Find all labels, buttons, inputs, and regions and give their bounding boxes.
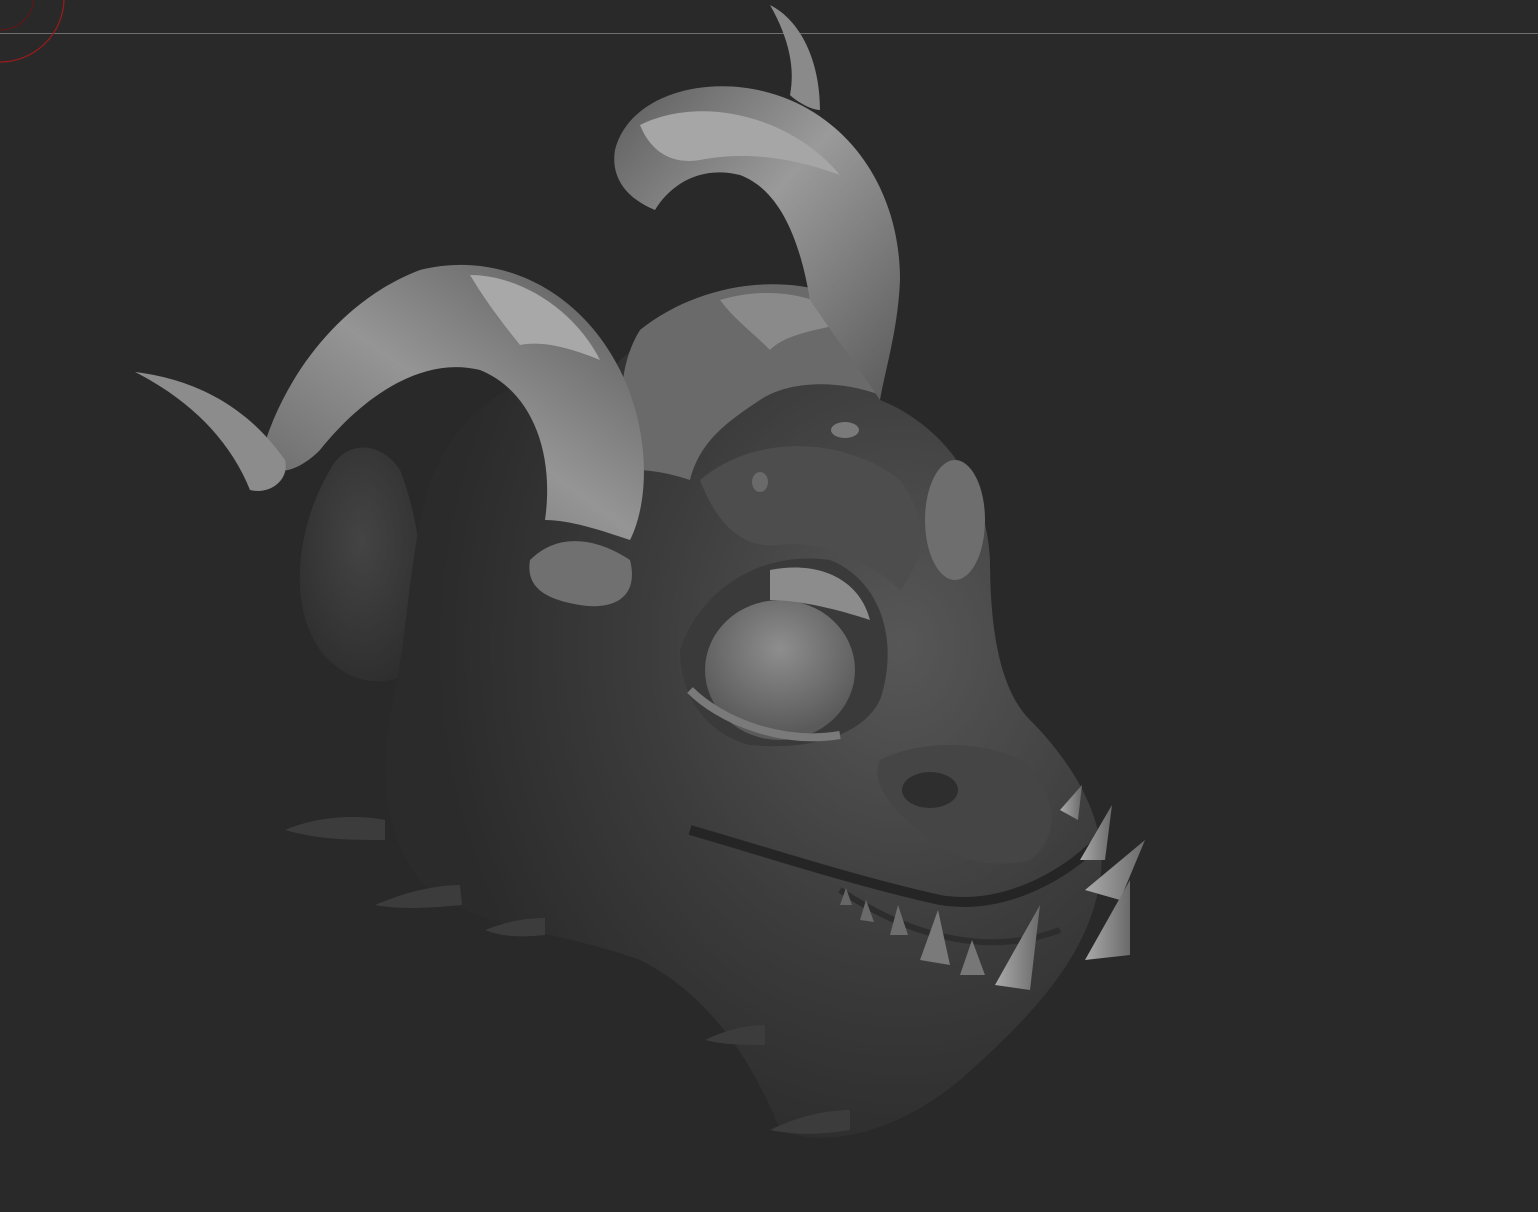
navigation-gizmo-icon[interactable] bbox=[0, 0, 65, 63]
viewport-svg bbox=[0, 0, 1145, 1138]
canvas-viewport[interactable] bbox=[0, 0, 1538, 1212]
horned-demon-head-sculpt[interactable] bbox=[135, 5, 1145, 1138]
horn-right-spike bbox=[770, 5, 820, 110]
horn-left-spike bbox=[135, 372, 286, 491]
